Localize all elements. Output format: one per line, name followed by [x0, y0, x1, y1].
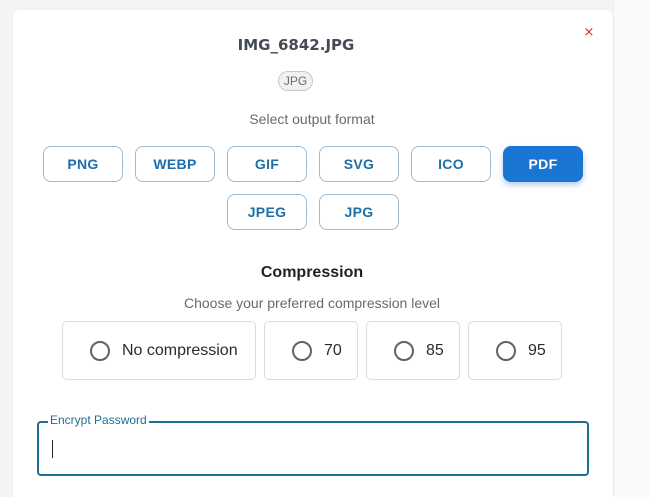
compression-option-95[interactable]: 95: [468, 321, 562, 380]
format-button-svg[interactable]: SVG: [319, 146, 399, 182]
compression-option-label: No compression: [122, 342, 238, 359]
encrypt-password-field[interactable]: [37, 421, 589, 476]
encrypt-password-input[interactable]: [51, 435, 571, 461]
text-cursor: [52, 440, 53, 458]
format-prompt: Select output format: [249, 111, 375, 127]
compression-option-70[interactable]: 70: [264, 321, 358, 380]
format-button-png[interactable]: PNG: [43, 146, 123, 182]
radio-circle-icon[interactable]: [90, 341, 110, 361]
format-button-webp[interactable]: WEBP: [135, 146, 215, 182]
radio-circle-icon[interactable]: [292, 341, 312, 361]
compression-option-label: 85: [426, 342, 444, 359]
radio-circle-icon[interactable]: [394, 341, 414, 361]
compression-title: Compression: [260, 264, 364, 281]
close-icon[interactable]: ×: [583, 26, 595, 40]
format-button-pdf[interactable]: PDF: [503, 146, 583, 182]
encrypt-password-label: Encrypt Password: [48, 413, 149, 427]
compression-option-label: 70: [324, 342, 342, 359]
compression-option-none[interactable]: No compression: [62, 321, 256, 380]
page: × IMG_6842.JPG JPG Select output format …: [0, 0, 649, 497]
source-format-badge: JPG: [278, 71, 313, 91]
compression-option-85[interactable]: 85: [366, 321, 460, 380]
compression-option-label: 95: [528, 342, 546, 359]
format-button-jpg[interactable]: JPG: [319, 194, 399, 230]
radio-circle-icon[interactable]: [496, 341, 516, 361]
format-button-jpeg[interactable]: JPEG: [227, 194, 307, 230]
file-name: IMG_6842.JPG: [237, 36, 355, 54]
format-button-ico[interactable]: ICO: [411, 146, 491, 182]
compression-subtitle: Choose your preferred compression level: [183, 295, 440, 311]
scroll-area: [613, 0, 649, 497]
format-button-gif[interactable]: GIF: [227, 146, 307, 182]
